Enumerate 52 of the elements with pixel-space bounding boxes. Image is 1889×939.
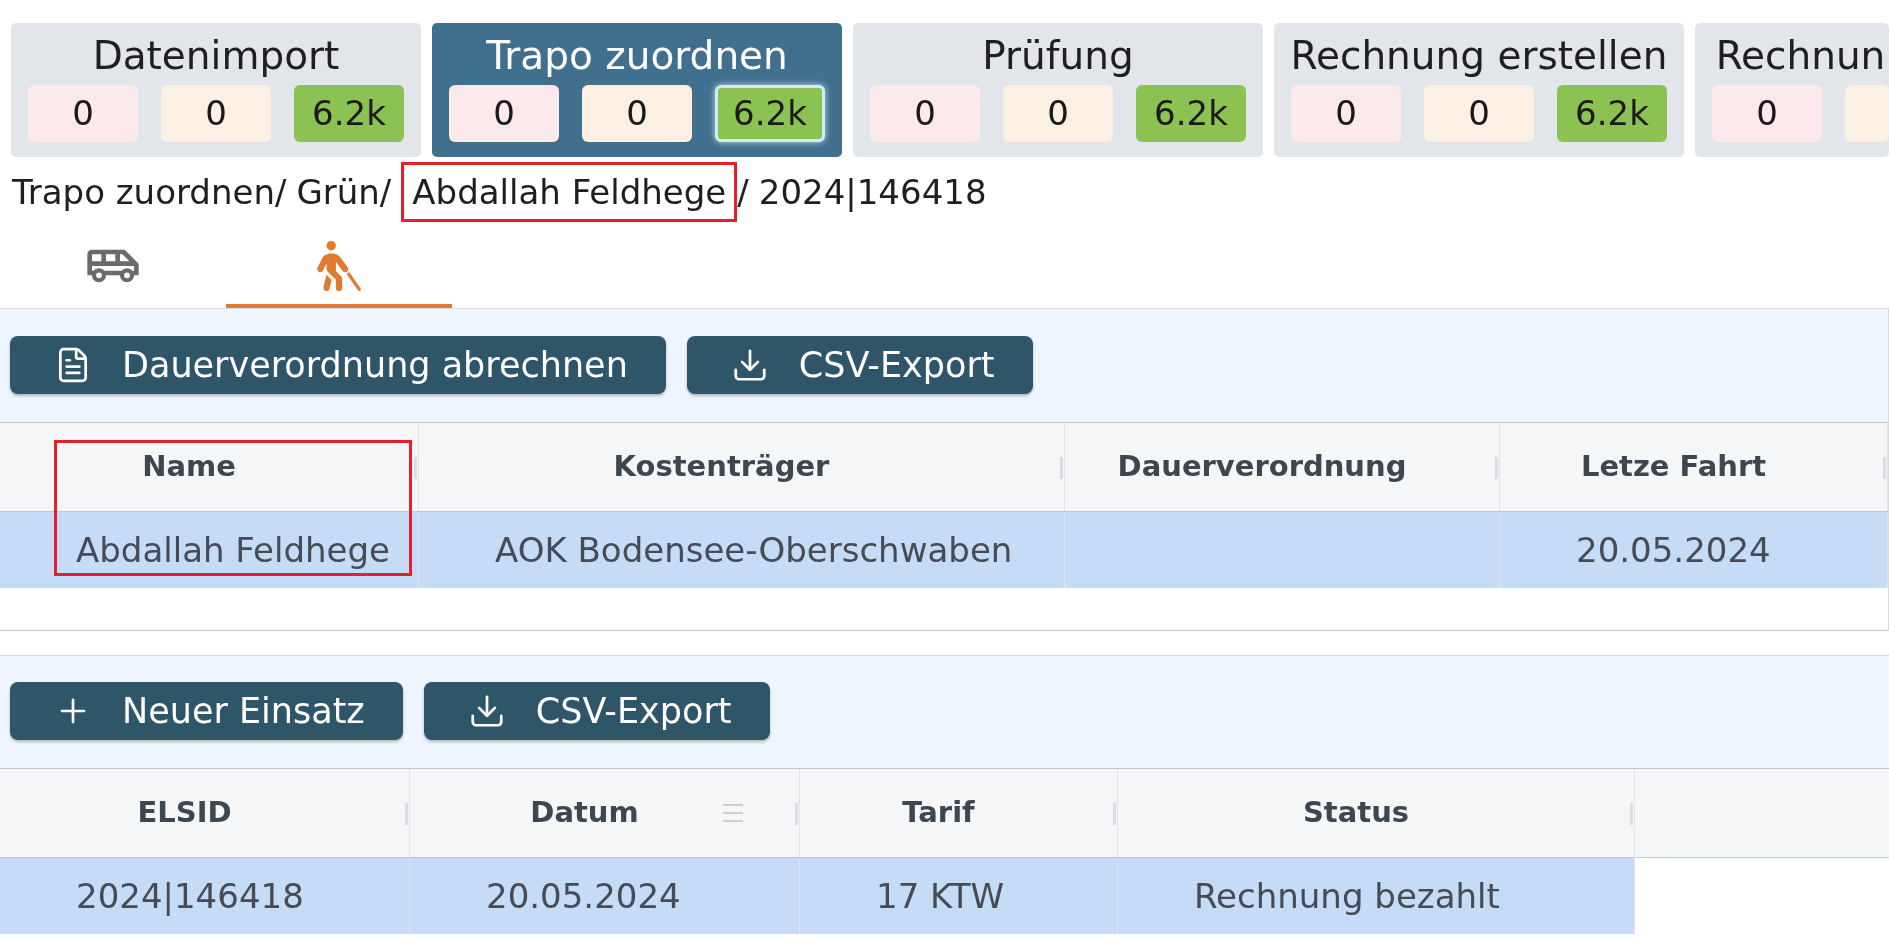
done-count-badge[interactable]: 6.2k — [1136, 85, 1246, 142]
breadcrumb-item[interactable]: Abdallah Feldhege — [401, 162, 738, 222]
table-cell: 2024|146418 — [0, 858, 410, 934]
csv-export-button[interactable]: CSV-Export — [686, 336, 1033, 394]
breadcrumb-separator: / — [274, 171, 287, 214]
column-header[interactable]: Datum — [530, 791, 639, 835]
warning-count-badge[interactable]: 0 — [1003, 85, 1113, 142]
breadcrumb-separator: / — [379, 171, 392, 214]
stage-card[interactable]: Rechnung erstellen 0 0 6.2k — [1274, 23, 1684, 157]
stage-card[interactable]: Trapo zuordnen 0 0 6.2k — [432, 23, 842, 157]
column-header[interactable]: Letze Fahrt — [1580, 445, 1767, 489]
warning-count-badge[interactable]: 0 — [582, 85, 692, 142]
table-cell: 20.05.2024 — [1500, 512, 1888, 588]
breadcrumb-item[interactable]: 2024|146418 — [758, 165, 987, 219]
stage-title: Trapo zuordnen — [486, 32, 788, 80]
stage-title: Prüfung — [982, 32, 1134, 80]
done-count-badge[interactable]: 6.2k — [294, 85, 404, 142]
table-cell: Abdallah Feldhege — [0, 512, 419, 588]
column-header[interactable]: Dauerverordnung — [1117, 445, 1407, 489]
stage-title: Rechnung erstellen — [1290, 32, 1668, 80]
error-count-badge[interactable]: 0 — [1291, 85, 1401, 142]
done-count-badge[interactable]: 6.2k — [715, 85, 825, 142]
new-entry-button[interactable]: Neuer Einsatz — [10, 682, 403, 740]
error-count-badge[interactable]: 0 — [1712, 85, 1822, 142]
stage-card[interactable]: Rechnun 0 — [1695, 23, 1889, 157]
stage-title: Rechnun — [1715, 32, 1886, 80]
table-row[interactable]: 2024|146418 20.05.2024 17 KTW Rechnung bezahlt — [0, 858, 1635, 934]
table-cell: 17 KTW — [800, 858, 1118, 934]
column-header[interactable]: Kostenträger — [613, 445, 830, 489]
warning-count-badge[interactable]: 0 — [1424, 85, 1534, 142]
stage-card[interactable]: Prüfung 0 0 6.2k — [853, 23, 1263, 157]
bill-button[interactable]: Dauerverordnung abrechnen — [10, 336, 666, 394]
done-count-badge[interactable]: 6.2k — [1557, 85, 1667, 142]
error-count-badge[interactable]: 0 — [28, 85, 138, 142]
stage-card[interactable]: Datenimport 0 0 6.2k — [11, 23, 421, 157]
csv-export-button[interactable]: CSV-Export — [423, 682, 770, 740]
breadcrumb-item[interactable]: Trapo zuordnen — [12, 165, 275, 219]
column-header[interactable]: ELSID — [137, 791, 232, 835]
table-cell: 20.05.2024 — [410, 858, 800, 934]
table-cell: AOK Bodensee-Oberschwaben — [419, 512, 1065, 588]
breadcrumb-item[interactable]: Grün — [296, 165, 380, 219]
table-cell: Rechnung bezahlt — [1118, 858, 1635, 934]
error-count-badge[interactable]: 0 — [449, 85, 559, 142]
stage-title: Datenimport — [92, 32, 340, 80]
column-header[interactable]: Status — [1302, 791, 1410, 835]
warning-count-badge[interactable]: 0 — [161, 85, 271, 142]
breadcrumb-separator: / — [737, 171, 749, 214]
error-count-badge[interactable]: 0 — [870, 85, 980, 142]
column-header[interactable]: Tarif — [902, 791, 975, 835]
column-header[interactable]: Name — [142, 445, 236, 489]
person-with-cane-icon — [314, 240, 364, 291]
table-row[interactable]: Abdallah Feldhege AOK Bodensee-Oberschwaben 20.05.2024 — [0, 512, 1888, 588]
